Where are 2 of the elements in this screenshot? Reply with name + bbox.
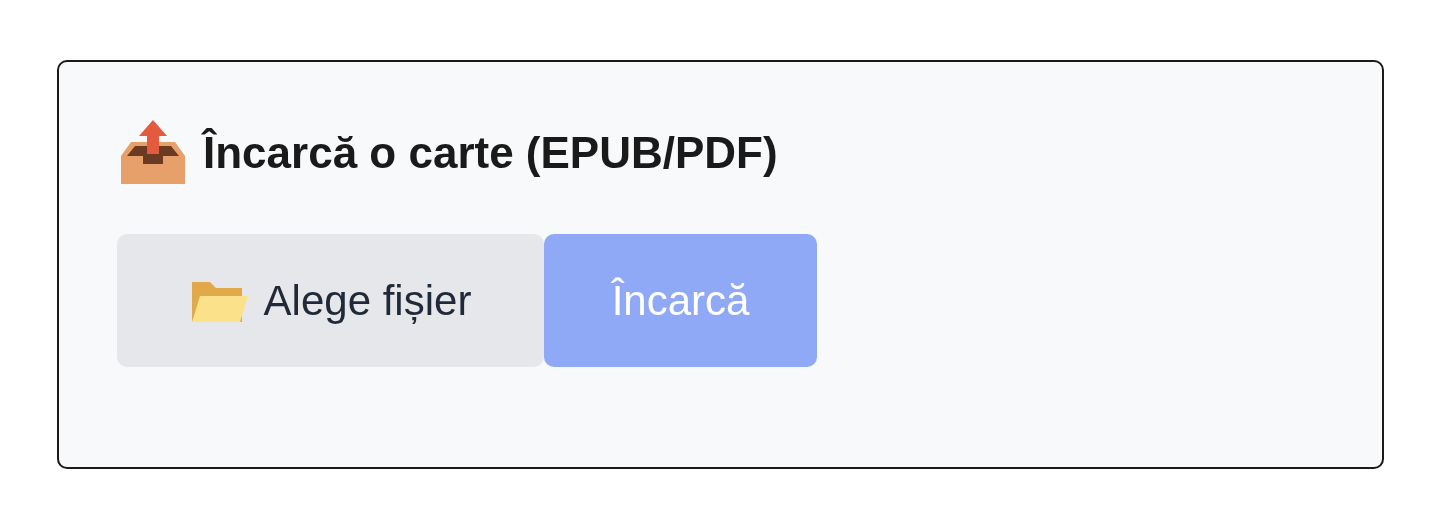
card-title: Încarcă o carte (EPUB/PDF) [203,128,778,178]
choose-file-button[interactable]: Alege fișier [117,234,544,367]
